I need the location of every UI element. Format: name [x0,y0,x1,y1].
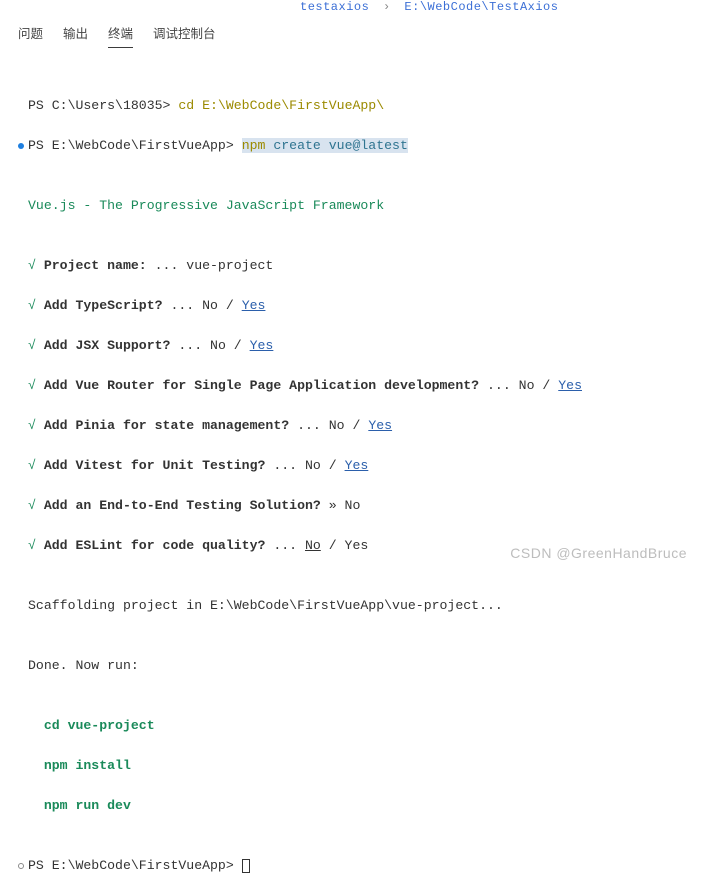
chevron-right-icon: › [377,0,397,14]
scaffolding-msg: Scaffolding project in E:\WebCode\FirstV… [28,596,503,616]
breadcrumb: testaxios › E:\WebCode\TestAxios [0,0,701,16]
tab-debug[interactable]: 调试控制台 [153,20,216,48]
empty-indicator-icon [18,863,24,869]
terminal-content[interactable]: PS C:\Users\18035> cd E:\WebCode\FirstVu… [0,48,701,896]
vue-title: Vue.js - The Progressive JavaScript Fram… [28,196,384,216]
prompt-project-name: √ Project name: ... vue-project [28,256,273,276]
prompt-line-2: PS E:\WebCode\FirstVueApp> npm create vu… [28,136,408,156]
tab-output[interactable]: 输出 [63,20,88,48]
dirty-indicator-icon [18,143,24,149]
tab-problems[interactable]: 问题 [18,20,43,48]
cursor-icon [242,859,250,873]
prompt-eslint: √ Add ESLint for code quality? ... No / … [28,536,368,556]
prompt-line-1: PS C:\Users\18035> cd E:\WebCode\FirstVu… [28,96,384,116]
done-msg: Done. Now run: [28,656,139,676]
cmd-install: npm install [28,756,131,776]
breadcrumb-a: testaxios [300,0,369,14]
tab-terminal[interactable]: 终端 [108,20,133,48]
prompt-pinia: √ Add Pinia for state management? ... No… [28,416,392,436]
cmd-dev: npm run dev [28,796,131,816]
prompt-router: √ Add Vue Router for Single Page Applica… [28,376,582,396]
prompt-jsx: √ Add JSX Support? ... No / Yes [28,336,273,356]
prompt-typescript: √ Add TypeScript? ... No / Yes [28,296,265,316]
prompt-line-3: PS E:\WebCode\FirstVueApp> [28,856,250,876]
watermark: CSDN @GreenHandBruce [510,545,687,561]
breadcrumb-b: E:\WebCode\TestAxios [404,0,558,14]
prompt-vitest: √ Add Vitest for Unit Testing? ... No / … [28,456,368,476]
cmd-cd: cd vue-project [28,716,155,736]
panel-tabs: 问题 输出 终端 调试控制台 [0,16,701,48]
prompt-e2e: √ Add an End-to-End Testing Solution? » … [28,496,360,516]
